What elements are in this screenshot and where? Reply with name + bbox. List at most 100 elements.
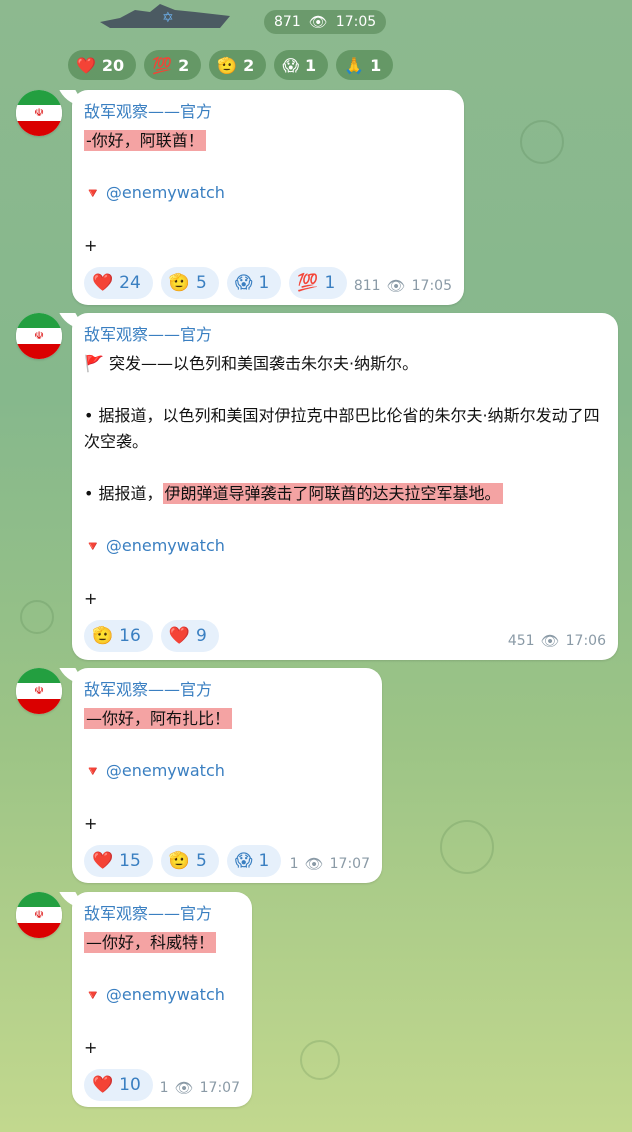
message-time: 17:05 [411, 278, 452, 294]
message-bubble[interactable]: 敌军观察——官方 🚩 突发——以色列和美国袭击朱尔夫·纳斯尔。 • 据报道，以色列和… [72, 313, 618, 660]
top-views-time: 871 👁 17:05 [264, 10, 387, 34]
text-line: + [84, 236, 98, 255]
message-text: —你好，科威特！ 🔻 @enemywatch + [84, 930, 240, 1061]
reaction-count: 20 [101, 55, 125, 75]
sender-name[interactable]: 敌军观察——官方 [84, 321, 606, 345]
reaction-pill[interactable]: 💯 1 [289, 267, 348, 299]
message-text: -你好，阿联酋！ 🔻 @enemywatch + [84, 128, 452, 259]
reaction-emoji-icon: 🫡 [168, 851, 190, 871]
message-text: 🚩 突发——以色列和美国袭击朱尔夫·纳斯尔。 • 据报道，以色列和美国对伊拉克中部… [84, 354, 600, 608]
reaction-pill[interactable]: 🫡 5 [160, 845, 219, 877]
reaction-emoji-icon: 🙏 [344, 55, 365, 75]
reaction-emoji-icon: 🫡 [168, 273, 190, 293]
channel-link[interactable]: @enemywatch [106, 183, 225, 202]
reaction-pill[interactable]: 🫡 5 [160, 267, 219, 299]
reaction-count: 2 [243, 55, 255, 75]
reaction-count: 1 [258, 851, 270, 871]
eye-icon: 👁 [540, 632, 560, 650]
channel-avatar[interactable]: ☫ [16, 90, 62, 136]
eye-icon: 👁 [174, 1079, 194, 1097]
eye-icon: 👁 [304, 855, 324, 873]
message-text: —你好，阿布扎比！ 🔻 @enemywatch + [84, 706, 370, 837]
red-flag-icon: 🚩 [84, 354, 110, 373]
emblem-icon: ☫ [16, 683, 62, 699]
reaction-count: 10 [119, 1075, 141, 1095]
reaction-pill[interactable]: ❤️ 24 [84, 267, 153, 299]
reaction-emoji-icon: ❤️ [92, 273, 114, 293]
reaction-pill[interactable]: 😱 1 [226, 267, 282, 299]
top-reactions-row: ❤️ 20 💯 2 🫡 2 😱 1 🙏 1 [68, 50, 394, 80]
reaction-count: 16 [119, 626, 141, 646]
text-line: + [84, 589, 98, 608]
reaction-count: 1 [370, 55, 382, 75]
message-meta: 1 👁 17:07 [160, 1079, 240, 1097]
reaction-count: 15 [119, 851, 141, 871]
reaction-pill[interactable]: 🫡 2 [209, 50, 267, 80]
views-count: 871 [274, 14, 301, 30]
message-bubble[interactable]: 敌军观察——官方 -你好，阿联酋！ 🔻 @enemywatch + ❤️ 24 🫡 5 😱 1 💯 1… [72, 90, 464, 305]
reaction-count: 1 [305, 55, 317, 75]
text-line: • 据报道，以色列和美国对伊拉克中部巴比伦省的朱尔夫·纳斯尔发动了四次空袭。 [84, 406, 600, 451]
text-line: -你好，阿联酋！ [84, 130, 206, 151]
emblem-icon: ☫ [16, 328, 62, 344]
reaction-pill[interactable]: ❤️ 15 [84, 845, 153, 877]
reaction-pill[interactable]: 🙏 1 [336, 50, 394, 80]
reaction-count: 9 [195, 626, 207, 646]
reaction-emoji-icon: ❤️ [168, 626, 190, 646]
channel-avatar[interactable]: ☫ [16, 313, 62, 359]
reaction-pill[interactable]: ❤️ 20 [68, 50, 137, 80]
reaction-pill[interactable]: 😱 1 [274, 50, 329, 80]
background-doodle [440, 820, 494, 874]
reaction-count: 1 [324, 273, 336, 293]
reaction-emoji-icon: ❤️ [76, 55, 96, 75]
eye-icon: 👁 [308, 13, 328, 31]
message-time: 17:06 [565, 633, 606, 649]
reaction-count: 5 [195, 851, 207, 871]
views-count: 1 [159, 1080, 169, 1096]
reaction-emoji-icon: ❤️ [92, 851, 114, 871]
reaction-count: 1 [258, 273, 270, 293]
svg-text:✡: ✡ [162, 10, 174, 26]
views-count: 811 [353, 278, 381, 294]
background-doodle [300, 1040, 340, 1080]
channel-link[interactable]: @enemywatch [106, 985, 225, 1004]
warship-image-partial: ✡ [100, 4, 230, 28]
channel-avatar[interactable]: ☫ [16, 668, 62, 714]
reaction-pill[interactable]: 💯 2 [144, 50, 202, 80]
text-line: + [84, 1038, 98, 1057]
message-time: 17:05 [335, 14, 377, 30]
red-triangle-icon: 🔻 [84, 539, 106, 555]
reaction-pill[interactable]: 😱 1 [226, 845, 282, 877]
text-line: + [84, 814, 98, 833]
channel-link[interactable]: @enemywatch [106, 761, 225, 780]
message-time: 17:07 [329, 856, 370, 872]
message-bubble[interactable]: 敌军观察——官方 —你好，科威特！ 🔻 @enemywatch + ❤️ 10 1 👁 17:0… [72, 892, 252, 1107]
reaction-pill[interactable]: 🫡 16 [84, 620, 153, 652]
reaction-emoji-icon: ❤️ [92, 1075, 114, 1095]
message-meta: 811 👁 17:05 [354, 277, 452, 295]
message-time: 17:07 [199, 1080, 240, 1096]
text-line: —你好，阿布扎比！ [84, 708, 233, 729]
message-bubble[interactable]: 敌军观察——官方 —你好，阿布扎比！ 🔻 @enemywatch + ❤️ 15 🫡 5 😱 1 1… [72, 668, 382, 883]
sender-name[interactable]: 敌军观察——官方 [84, 900, 240, 924]
reaction-emoji-icon: 😱 [234, 851, 253, 871]
reaction-pill[interactable]: ❤️ 10 [84, 1069, 153, 1101]
reaction-emoji-icon: 💯 [297, 273, 319, 293]
reaction-emoji-icon: 💯 [152, 55, 173, 75]
sender-name[interactable]: 敌军观察——官方 [84, 676, 370, 700]
channel-link[interactable]: @enemywatch [106, 536, 225, 555]
views-count: 451 [507, 633, 535, 649]
red-triangle-icon: 🔻 [84, 186, 106, 202]
background-doodle [20, 600, 54, 634]
reaction-count: 5 [195, 273, 207, 293]
reaction-pill[interactable]: ❤️ 9 [160, 620, 219, 652]
emblem-icon: ☫ [16, 907, 62, 923]
message-meta: 1 👁 17:07 [290, 855, 370, 873]
red-triangle-icon: 🔻 [84, 764, 106, 780]
text-line: 伊朗弹道导弹袭击了阿联酋的达夫拉空军基地。 [162, 483, 503, 504]
reaction-emoji-icon: 😱 [234, 273, 253, 293]
text-line: —你好，科威特！ [84, 932, 217, 953]
channel-avatar[interactable]: ☫ [16, 892, 62, 938]
sender-name[interactable]: 敌军观察——官方 [84, 98, 452, 122]
emblem-icon: ☫ [16, 105, 62, 121]
